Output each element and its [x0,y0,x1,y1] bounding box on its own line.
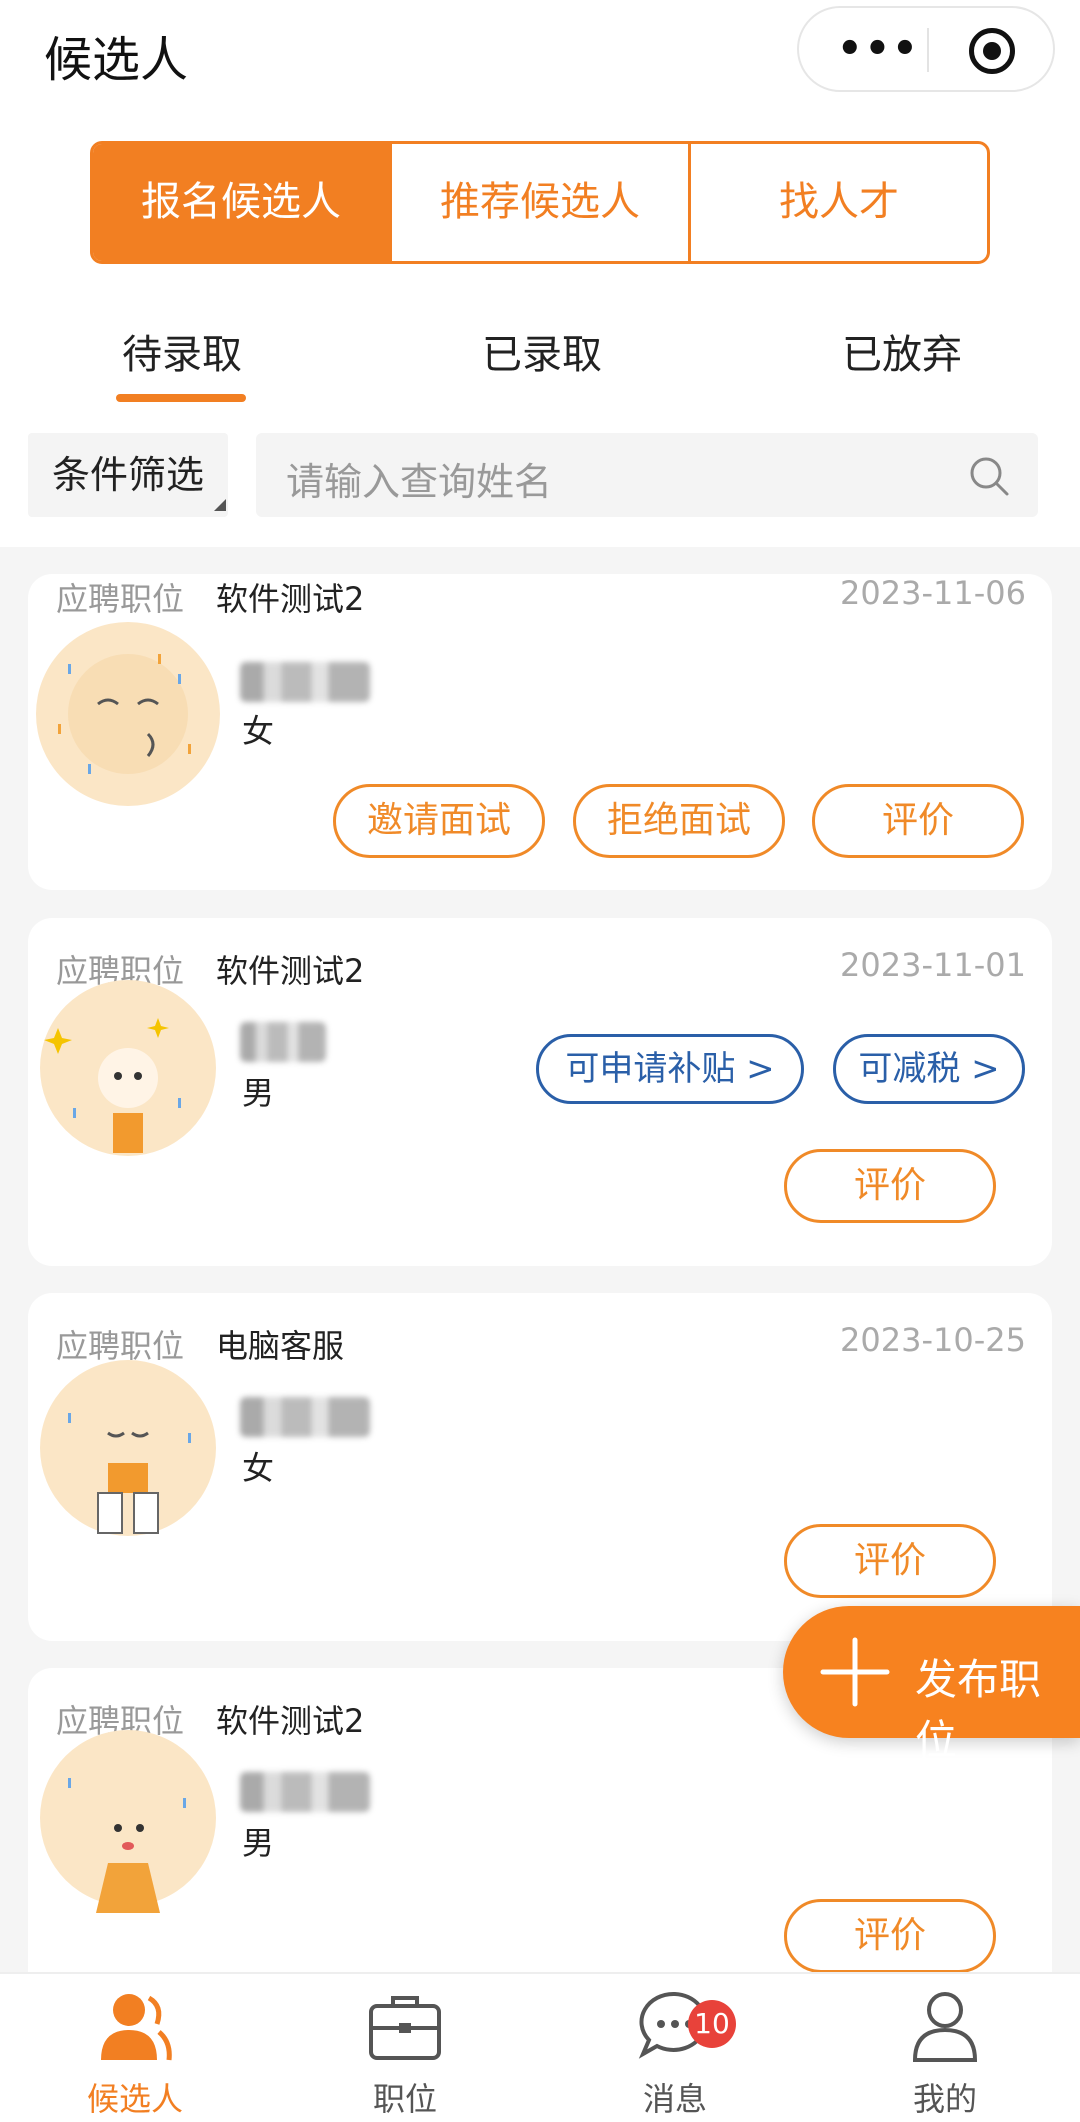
candidate-card[interactable]: 应聘职位 软件测试2 2023-11-06 女 邀请面试 拒绝面试 评价 [28,574,1052,890]
apply-date: 2023-11-01 [840,946,1026,984]
apply-date: 2023-11-06 [840,574,1026,612]
mini-program-capsule: ••• [797,6,1055,92]
status-tabs: 待录取 已录取 已放弃 [0,312,1080,402]
capsule-divider [927,28,929,72]
candidate-gender: 女 [242,712,275,750]
tabbar-label: 职位 [372,2080,437,2118]
candidate-gender: 女 [242,1449,275,1487]
evaluate-button[interactable]: 评价 [784,1899,996,1972]
evaluate-button[interactable]: 评价 [784,1149,996,1223]
candidate-gender: 男 [242,1074,275,1112]
briefcase-icon [369,1996,441,2060]
reject-interview-button[interactable]: 拒绝面试 [573,784,785,858]
apply-subsidy-link[interactable]: 可申请补贴 > [536,1034,804,1104]
invite-interview-button[interactable]: 邀请面试 [333,784,545,858]
candidate-name-blurred [240,662,370,702]
tabbar-item-messages[interactable]: 消息 [540,1974,810,2122]
avatar [36,622,220,806]
avatar [40,1360,216,1536]
page-title: 候选人 [44,32,189,88]
tax-reduction-link[interactable]: 可减税 > [833,1034,1025,1104]
filter-button[interactable]: 条件筛选 [28,433,228,517]
tabbar-label: 消息 [642,2080,707,2118]
evaluate-button[interactable]: 评价 [784,1524,996,1598]
candidate-gender: 男 [242,1824,275,1862]
candidate-name-blurred [240,1022,326,1062]
tabbar-item-candidates[interactable]: 候选人 [0,1974,270,2122]
header-bar: 候选人 ••• [0,0,1080,100]
search-input[interactable]: 请输入查询姓名 [286,451,552,506]
tab-abandoned[interactable]: 已放弃 [842,322,962,380]
more-dots-icon[interactable]: ••• [837,26,918,72]
tabbar-item-mine[interactable]: 我的 [810,1974,1080,2122]
tab-pending[interactable]: 待录取 [122,322,242,380]
plus-icon [820,1637,890,1707]
active-tab-underline [116,394,246,402]
tabbar-item-jobs[interactable]: 职位 [270,1974,540,2122]
avatar [40,980,216,1156]
target-icon[interactable] [969,28,1015,74]
position-value: 软件测试2 [216,580,365,618]
tabbar-label: 我的 [912,2080,977,2118]
bottom-tab-bar: 候选人 职位 消息 我的 [0,1972,1080,2122]
person-icon [101,1994,172,2061]
candidate-card[interactable]: 应聘职位 软件测试2 2023-11-01 男 可申请补贴 > 可减税 > 评价 [28,918,1052,1266]
avatar [40,1730,216,1913]
tabbar-label: 候选人 [86,2080,183,2118]
apply-date: 2023-10-25 [840,1321,1026,1359]
candidate-name-blurred [240,1772,370,1812]
position-value: 电脑客服 [216,1327,345,1365]
evaluate-button[interactable]: 评价 [812,784,1024,858]
candidate-source-segment: 报名候选人 推荐候选人 找人才 [90,141,990,264]
segment-signup-candidates[interactable]: 报名候选人 [93,144,389,261]
position-value: 软件测试2 [216,1702,365,1740]
segment-find-talent[interactable]: 找人才 [688,144,987,261]
segment-recommended-candidates[interactable]: 推荐候选人 [389,144,688,261]
publish-job-label: 发布职位 [915,1655,1042,1765]
candidate-name-blurred [240,1397,370,1437]
search-icon[interactable] [968,455,1010,497]
search-box[interactable]: 请输入查询姓名 [256,433,1038,517]
position-value: 软件测试2 [216,952,365,990]
message-count-badge: 10 [688,2000,736,2048]
user-icon [912,1992,978,2062]
publish-job-button[interactable]: 发布职位 [783,1606,1080,1765]
candidate-card[interactable]: 应聘职位 电脑客服 2023-10-25 女 评价 [28,1293,1052,1641]
tab-admitted[interactable]: 已录取 [482,322,602,380]
